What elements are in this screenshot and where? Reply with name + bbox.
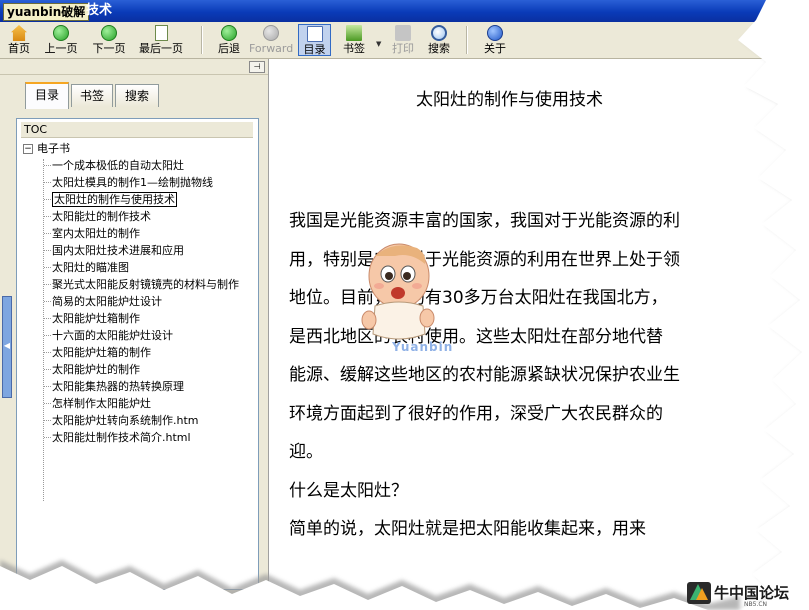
prev-page-button[interactable]: 上一页 [40, 24, 82, 56]
collapse-handle[interactable]: ◀ [2, 296, 12, 398]
arrow-down-icon [101, 25, 117, 41]
toc-item[interactable]: 太阳能灶的制作技术 [17, 208, 239, 225]
search-icon [431, 25, 447, 41]
toc-item[interactable]: 太阳能炉灶的制作 [17, 361, 239, 378]
toc-item-label: 太阳能灶的制作技术 [52, 210, 151, 223]
toc-item-label: 十六面的太阳能炉灶设计 [52, 329, 173, 342]
forward-button[interactable]: Forward [249, 24, 293, 56]
document-paragraph: 迎。 [289, 442, 323, 462]
pane-header: ⊣ [0, 59, 268, 75]
toc-item[interactable]: 太阳灶模具的制作1—绘制抛物线 [17, 174, 239, 191]
arrow-up-icon [53, 25, 69, 41]
logo-subtext: NB5.CN [744, 601, 767, 608]
toc-item-label: 太阳能集热器的热转换原理 [52, 380, 184, 393]
toc-item-label: 太阳能炉灶箱制作 [52, 312, 140, 325]
toc-item-label: 太阳能炉灶转向系统制作.htm [52, 414, 199, 427]
toc-item[interactable]: 太阳能集热器的热转换原理 [17, 378, 239, 395]
toc-item-label: 太阳能炉灶箱的制作 [52, 346, 151, 359]
about-button[interactable]: 关于 [480, 24, 510, 56]
toc-item-label: 怎样制作太阳能炉灶 [52, 397, 151, 410]
toc-item[interactable]: 十六面的太阳能炉灶设计 [17, 327, 239, 344]
search-button[interactable]: 搜索 [424, 24, 454, 56]
toc-item[interactable]: 太阳灶的瞄准图 [17, 259, 239, 276]
toc-item[interactable]: 室内太阳灶的制作 [17, 225, 239, 242]
toc-item[interactable]: 太阳能炉灶箱的制作 [17, 344, 239, 361]
toc-items: 一个成本极低的自动太阳灶 太阳灶模具的制作1—绘制抛物线 太阳灶的制作与使用技术 太阳… [17, 157, 239, 446]
window-title: 技术 [86, 3, 113, 18]
toc-item-label: 太阳灶的制作与使用技术 [52, 192, 177, 207]
bookmark-button[interactable]: 书签 [339, 24, 369, 56]
toc-item[interactable]: 太阳能炉灶箱制作 [17, 310, 239, 327]
document-paragraph: 能源、缓解这些地区的农村能源紧缺状况保护农业生 [289, 365, 680, 385]
home-button[interactable]: 首页 [4, 24, 34, 56]
toc-item[interactable]: 太阳灶的制作与使用技术 [17, 191, 239, 208]
navigation-pane: ⊣ ◀ 目录 书签 搜索 TOC − 电子书 一个成本极低的自动太阳灶太阳灶模具的… [0, 59, 269, 610]
toc-item-label: 室内太阳灶的制作 [52, 227, 140, 240]
tree-root-label: 电子书 [37, 142, 70, 155]
toc-item[interactable]: 太阳能炉灶转向系统制作.htm [17, 412, 239, 429]
toc-item-label: 太阳灶模具的制作1—绘制抛物线 [52, 176, 213, 189]
site-logo: 牛中国论坛 NB5.CN [687, 582, 789, 608]
collapse-arrow-icon: ◀ [3, 341, 11, 350]
back-button[interactable]: 后退 [214, 24, 244, 56]
tab-toc[interactable]: 目录 [25, 82, 69, 109]
document-paragraph: 环境方面起到了很好的作用，深受广大农民群众的 [289, 403, 663, 424]
last-page-button[interactable]: 最后一页 [135, 24, 187, 56]
collapse-toggle-icon[interactable]: − [23, 144, 33, 154]
tree-root[interactable]: − 电子书 [23, 141, 70, 157]
last-page-icon [154, 25, 168, 41]
bookmark-icon [346, 25, 362, 41]
back-arrow-icon [221, 25, 237, 41]
toc-item-label: 太阳能炉灶的制作 [52, 363, 140, 376]
toc-item[interactable]: 国内太阳灶技术进展和应用 [17, 242, 239, 259]
tab-search[interactable]: 搜索 [115, 84, 159, 107]
home-icon [11, 25, 27, 41]
title-badge: yuanbin破解 [3, 3, 90, 21]
toc-button[interactable]: 目录 [298, 24, 331, 56]
document-paragraph: 简单的说，太阳灶就是把太阳能收集起来，用来 [289, 519, 646, 539]
toc-item-label: 国内太阳灶技术进展和应用 [52, 244, 184, 257]
title-bar: yuanbin破解 技术 [0, 0, 809, 22]
tab-bookmarks[interactable]: 书签 [71, 84, 113, 107]
toc-item[interactable]: 简易的太阳能炉灶设计 [17, 293, 239, 310]
toc-icon [306, 26, 323, 42]
toolbar-separator [466, 26, 468, 54]
toc-item[interactable]: 太阳能灶制作技术简介.html [17, 429, 239, 446]
toc-item-label: 太阳能灶制作技术简介.html [52, 431, 191, 444]
toc-item-label: 一个成本极低的自动太阳灶 [52, 159, 184, 172]
pin-icon[interactable]: ⊣ [249, 61, 265, 73]
bookmark-dropdown-arrow-icon[interactable]: ▼ [376, 40, 381, 48]
document-paragraph: 我国是光能资源丰富的国家，我国对于光能资源的利 [289, 211, 680, 231]
watermark-text: Yuanbin [392, 340, 454, 354]
toc-item[interactable]: 聚光式太阳能反射镜镜壳的材料与制作 [17, 276, 239, 293]
toolbar-separator [201, 26, 203, 54]
document-title: 太阳灶的制作与使用技术 [416, 90, 603, 110]
print-button[interactable]: 打印 [388, 24, 418, 56]
baby-mascot-image [361, 243, 435, 340]
toolbar: 首页 上一页 下一页 最后一页 后退 Forward 目录 书签 ▼ 打印 搜索… [0, 22, 809, 59]
toc-item-label: 简易的太阳能炉灶设计 [52, 295, 162, 308]
toc-item-label: 聚光式太阳能反射镜镜壳的材料与制作 [52, 278, 239, 291]
toc-item[interactable]: 一个成本极低的自动太阳灶 [17, 157, 239, 174]
toc-tree: TOC − 电子书 一个成本极低的自动太阳灶太阳灶模具的制作1—绘制抛物线 太阳灶的… [16, 118, 259, 590]
logo-text: 牛中国论坛 [714, 584, 789, 602]
next-page-button[interactable]: 下一页 [88, 24, 130, 56]
printer-icon [395, 25, 411, 41]
toc-item[interactable]: 怎样制作太阳能炉灶 [17, 395, 239, 412]
info-icon [487, 25, 503, 41]
document-paragraph: 什么是太阳灶？ [289, 480, 408, 501]
forward-arrow-icon [263, 25, 279, 41]
toc-item-label: 太阳灶的瞄准图 [52, 261, 129, 274]
tree-header: TOC [21, 122, 253, 138]
